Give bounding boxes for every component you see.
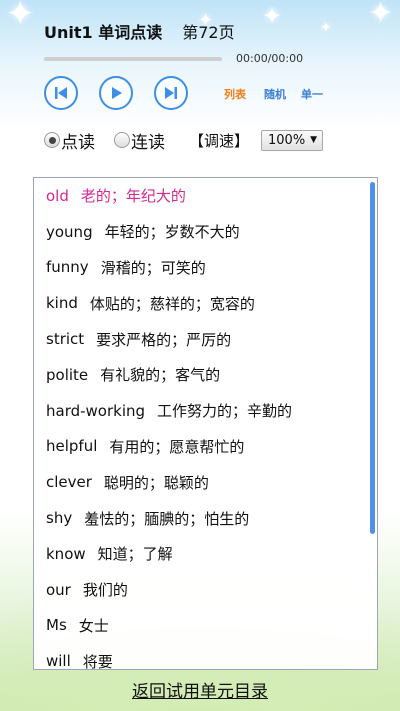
- play-icon: [112, 87, 122, 99]
- next-button[interactable]: [154, 76, 188, 110]
- word-meaning: 将要: [82, 652, 113, 670]
- speed-select[interactable]: 100% ▼: [261, 129, 324, 151]
- word-list[interactable]: old 老的；年纪大的 young 年轻的；岁数不大的 funny 滑稽的；可笑的 kind…: [33, 177, 378, 670]
- continuous-read-option[interactable]: 连读: [114, 128, 165, 153]
- word-list-item[interactable]: kind 体贴的；慈祥的；宽容的: [34, 285, 377, 321]
- word-text: old: [46, 186, 69, 205]
- page-title: Unit1 单词点读: [44, 23, 163, 42]
- word-list-item[interactable]: young 年轻的；岁数不大的: [34, 214, 377, 250]
- reading-options: 点读 连读 【调速】 100% ▼: [44, 128, 324, 153]
- point-read-radio[interactable]: [44, 132, 60, 148]
- word-meaning: 羞怯的；腼腆的；怕生的: [84, 509, 250, 528]
- word-meaning: 年轻的；岁数不大的: [104, 223, 240, 242]
- mode-list-button[interactable]: 列表: [224, 86, 246, 102]
- word-list-item[interactable]: shy 羞怯的；腼腆的；怕生的: [34, 500, 377, 536]
- word-list-item[interactable]: Ms 女士: [34, 608, 377, 644]
- word-meaning: 知道；了解: [97, 545, 173, 564]
- word-meaning: 老的；年纪大的: [80, 187, 186, 206]
- skip-previous-icon: [55, 87, 67, 99]
- header: Unit1 单词点读 第72页: [44, 19, 235, 43]
- mode-random-button[interactable]: 随机: [264, 86, 286, 102]
- word-list-item[interactable]: helpful 有用的；愿意帮忙的: [34, 429, 377, 465]
- word-text: funny: [46, 258, 89, 277]
- word-text: Ms: [46, 616, 67, 635]
- mode-single-button[interactable]: 单一: [301, 86, 323, 102]
- word-text: will: [46, 652, 71, 670]
- word-list-item[interactable]: old 老的；年纪大的: [34, 178, 377, 214]
- word-list-item[interactable]: hard-working 工作努力的；辛勤的: [34, 393, 377, 429]
- word-meaning: 有礼貌的；客气的: [100, 366, 221, 385]
- continuous-read-radio[interactable]: [114, 132, 130, 148]
- word-list-item[interactable]: funny 滑稽的；可笑的: [34, 250, 377, 286]
- word-text: clever: [46, 473, 92, 492]
- word-list-item[interactable]: know 知道；了解: [34, 536, 377, 572]
- word-text: shy: [46, 509, 73, 528]
- word-list-item[interactable]: clever 聪明的；聪颖的: [34, 464, 377, 500]
- previous-button[interactable]: [44, 76, 78, 110]
- word-text: helpful: [46, 437, 98, 456]
- word-meaning: 有用的；愿意帮忙的: [109, 437, 245, 456]
- chevron-down-icon: ▼: [310, 135, 318, 145]
- sparkle-decoration: ✦: [6, 0, 35, 34]
- word-meaning: 女士: [78, 616, 109, 635]
- word-text: kind: [46, 294, 78, 313]
- skip-next-icon: [165, 87, 177, 99]
- speed-value: 100%: [268, 132, 306, 148]
- word-text: polite: [46, 365, 89, 384]
- sparkle-decoration: ✦: [262, 2, 283, 30]
- word-list-item[interactable]: will 将要: [34, 643, 377, 670]
- word-text: young: [46, 222, 93, 241]
- play-button[interactable]: [99, 76, 133, 110]
- word-text: hard-working: [46, 401, 146, 420]
- word-text: our: [46, 580, 71, 599]
- sparkle-decoration: ✦: [368, 0, 394, 31]
- back-to-unit-directory-link[interactable]: 返回试用单元目录: [0, 677, 400, 702]
- word-text: know: [46, 544, 86, 563]
- word-list-item[interactable]: strict 要求严格的；严厉的: [34, 321, 377, 357]
- word-meaning: 工作努力的；辛勤的: [157, 402, 293, 421]
- scrollbar[interactable]: [370, 182, 375, 534]
- word-meaning: 体贴的；慈祥的；宽容的: [89, 294, 255, 313]
- continuous-read-label: 连读: [131, 132, 165, 153]
- word-meaning: 我们的: [82, 581, 128, 600]
- word-list-item[interactable]: polite 有礼貌的；客气的: [34, 357, 377, 393]
- point-read-option[interactable]: 点读: [44, 128, 95, 153]
- point-read-label: 点读: [61, 132, 95, 153]
- word-meaning: 要求严格的；严厉的: [96, 330, 232, 349]
- audio-progress-bar[interactable]: [44, 57, 222, 61]
- time-display: 00:00/00:00: [236, 52, 304, 65]
- page-number: 第72页: [182, 23, 235, 42]
- sparkle-decoration: ✦: [320, 20, 332, 36]
- word-list-item[interactable]: our 我们的: [34, 572, 377, 608]
- word-meaning: 滑稽的；可笑的: [100, 258, 206, 277]
- word-meaning: 聪明的；聪颖的: [103, 473, 209, 492]
- speed-label: 【调速】: [189, 131, 250, 150]
- word-text: strict: [46, 330, 85, 349]
